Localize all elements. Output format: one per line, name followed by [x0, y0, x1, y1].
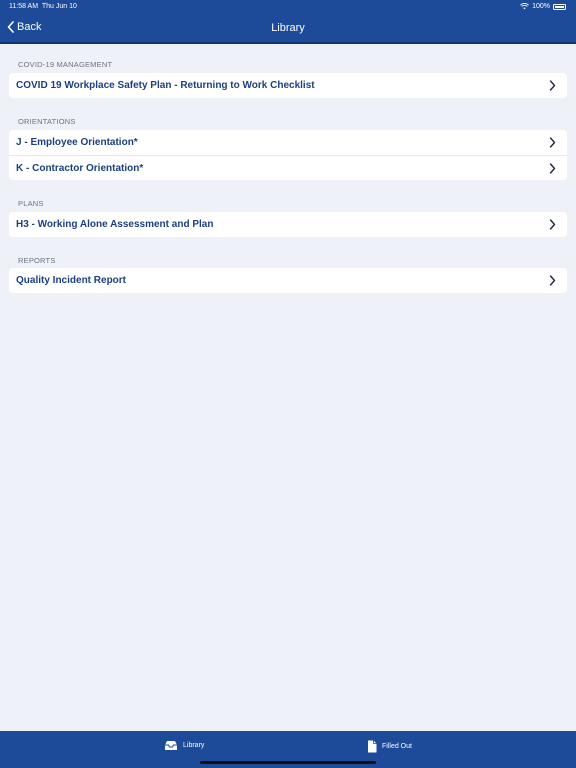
navigation-bar: Back Library [0, 14, 576, 42]
list-item-label: K - Contractor Orientation* [16, 162, 144, 174]
document-icon [368, 740, 377, 753]
list-item[interactable]: H3 - Working Alone Assessment and Plan [9, 212, 567, 237]
tab-label: Filled Out [382, 743, 412, 750]
section-card-plans: H3 - Working Alone Assessment and Plan [9, 212, 567, 237]
chevron-right-icon [549, 163, 556, 174]
status-time: 11:58 AM Thu Jun 10 [9, 3, 77, 10]
chevron-right-icon [549, 219, 556, 230]
battery-icon [553, 3, 566, 10]
section-card-covid: COVID 19 Workplace Safety Plan - Returni… [9, 73, 567, 98]
section-header-orientations: ORIENTATIONS [18, 117, 76, 126]
list-item-label: H3 - Working Alone Assessment and Plan [16, 219, 214, 230]
tab-label: Library [183, 742, 205, 749]
tab-library[interactable]: Library [164, 740, 204, 751]
chevron-right-icon [549, 275, 556, 286]
chevron-right-icon [549, 137, 556, 148]
nav-divider [0, 42, 576, 44]
status-right: 100% [520, 3, 566, 10]
tab-filled-out[interactable]: Filled Out [367, 740, 412, 753]
section-header-plans: PLANS [18, 199, 44, 208]
section-header-covid: COVID-19 MANAGEMENT [18, 60, 113, 69]
section-card-orientations: J - Employee Orientation* K - Contractor… [9, 130, 567, 180]
list-item-label: Quality Incident Report [16, 275, 127, 286]
page-title: Library [271, 22, 305, 34]
list-item[interactable]: COVID 19 Workplace Safety Plan - Returni… [9, 73, 567, 98]
list-item[interactable]: Quality Incident Report [9, 268, 567, 293]
home-indicator [200, 761, 376, 764]
chevron-right-icon [549, 80, 556, 91]
section-card-reports: Quality Incident Report [9, 268, 567, 293]
list-item-label: COVID 19 Workplace Safety Plan - Returni… [16, 80, 315, 91]
list-item[interactable]: J - Employee Orientation* [9, 130, 567, 155]
section-header-reports: REPORTS [18, 256, 56, 265]
list-item[interactable]: K - Contractor Orientation* [9, 155, 567, 180]
tray-icon [165, 741, 177, 750]
status-bar: 11:58 AM Thu Jun 10 100% [0, 0, 576, 14]
wifi-icon [520, 3, 529, 10]
battery-percent: 100% [532, 3, 550, 10]
list-item-label: J - Employee Orientation* [16, 137, 138, 148]
